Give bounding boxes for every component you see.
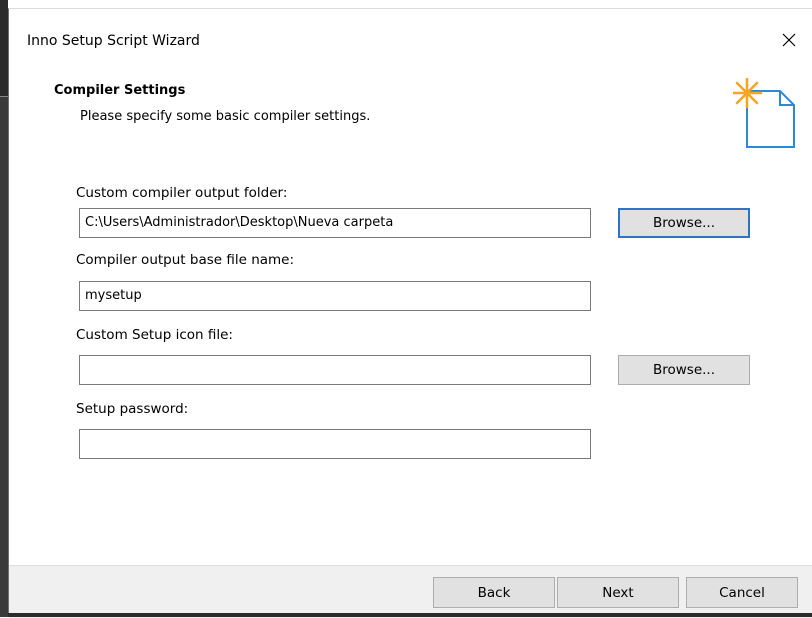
setup-password-input[interactable] [79,429,591,459]
browse-output-folder-button[interactable]: Browse... [618,208,750,238]
page-title: Compiler Settings [54,83,186,98]
background-window-edge [0,0,8,617]
close-button[interactable] [766,23,812,57]
base-filename-input[interactable]: mysetup [79,281,591,311]
new-file-star-icon [733,77,795,148]
output-folder-label: Custom compiler output folder: [76,185,288,201]
setup-icon-label: Custom Setup icon file: [76,327,233,343]
browse-icon-button[interactable]: Browse... [618,355,750,385]
window-bottom-border [8,613,812,617]
setup-password-label: Setup password: [76,401,189,417]
cancel-button[interactable]: Cancel [686,577,798,608]
desktop-gap [8,0,812,8]
window-title: Inno Setup Script Wizard [27,33,200,49]
wizard-window: Inno Setup Script Wizard Compiler Settin… [8,8,812,618]
output-folder-input[interactable]: C:\Users\Administrador\Desktop\Nueva car… [79,208,591,238]
button-bar: Back Next Cancel [9,565,812,618]
base-filename-label: Compiler output base file name: [76,252,295,268]
background-window-dark [0,0,8,96]
page-subtitle: Please specify some basic compiler setti… [80,109,371,124]
title-bar: Inno Setup Script Wizard [9,9,812,69]
close-icon [782,33,796,47]
next-button[interactable]: Next [557,577,679,608]
background-window-separator [0,96,8,97]
back-button[interactable]: Back [433,577,555,608]
setup-icon-input[interactable] [79,355,591,385]
